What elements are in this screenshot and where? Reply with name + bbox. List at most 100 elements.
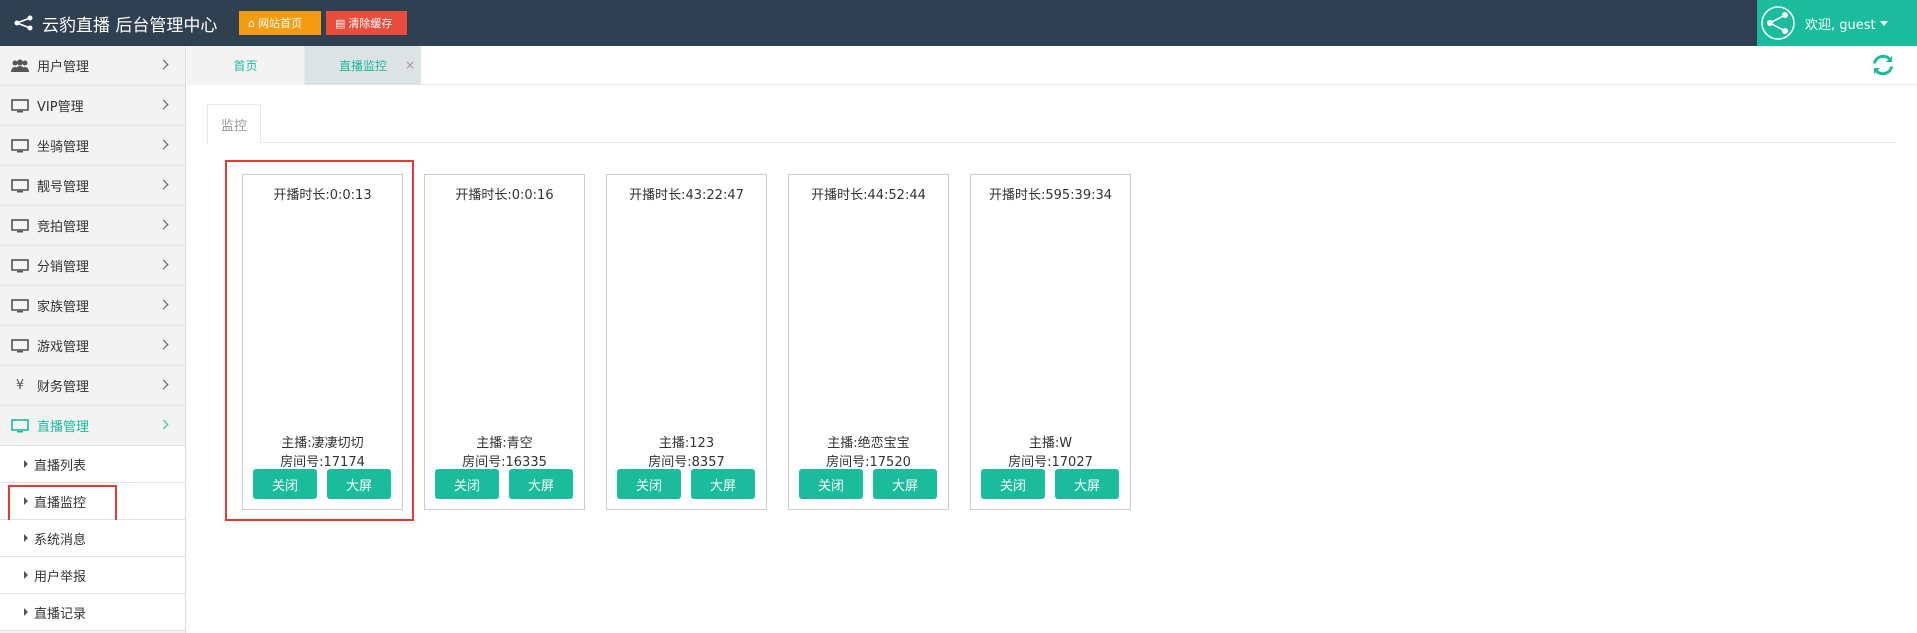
monitor-icon <box>9 258 31 274</box>
stream-duration: 开播时长:595:39:34 <box>988 188 1113 203</box>
welcome-text: 欢迎, guest <box>1805 17 1876 33</box>
tab-monitor[interactable]: 监控 <box>207 104 261 144</box>
top-navbar: 云豹直播 后台管理中心 ⌂ 网站首页 ▤ 清除缓存 欢迎, guest <box>0 0 1917 46</box>
caret-right-icon <box>24 497 28 505</box>
sidebar-item-auction[interactable]: 竞拍管理 <box>0 206 185 246</box>
app-title: 云豹直播 后台管理中心 <box>42 15 218 36</box>
brand[interactable]: 云豹直播 后台管理中心 <box>14 0 217 46</box>
sidebar-item-family[interactable]: 家族管理 <box>0 286 185 326</box>
sidebar-item-label: 坐骑管理 <box>37 140 90 155</box>
chevron-right-icon <box>158 99 169 110</box>
yen-icon: ¥ <box>15 378 25 393</box>
user-menu[interactable]: 欢迎, guest <box>1757 0 1917 46</box>
clear-cache-button[interactable]: ▤ 清除缓存 <box>326 11 407 35</box>
caret-right-icon <box>24 534 28 542</box>
big-screen-button[interactable]: 大屏 <box>691 469 755 499</box>
stream-room-number: 房间号:17027 <box>1008 455 1093 470</box>
monitor-icon <box>9 218 31 234</box>
close-stream-button[interactable]: 关闭 <box>253 469 317 499</box>
sidebar-item-distribution[interactable]: 分销管理 <box>0 246 185 286</box>
sidebar-item-live[interactable]: 直播管理 <box>0 406 185 446</box>
sidebar-subitem-label: 直播记录 <box>34 606 87 622</box>
sidebar-item-users[interactable]: 用户管理 <box>0 46 185 86</box>
sidebar-item-vanity-number[interactable]: 靓号管理 <box>0 166 185 206</box>
stream-card: 开播时长:595:39:34 主播:W 房间号:17027 关闭 大屏 <box>970 174 1131 510</box>
stream-card: 开播时长:43:22:47 主播:123 房间号:8357 关闭 大屏 <box>606 174 767 510</box>
monitor-panel-tabs: 监控 <box>207 104 1897 144</box>
tab-live-monitor[interactable]: 直播监控 × <box>305 46 421 85</box>
refresh-icon[interactable] <box>1871 53 1895 77</box>
chevron-right-icon <box>158 139 169 150</box>
caret-down-icon <box>1879 20 1888 26</box>
stream-room-number: 房间号:17520 <box>826 455 911 470</box>
stream-room-number: 房间号:17174 <box>280 455 365 470</box>
sidebar-item-mount[interactable]: 坐骑管理 <box>0 126 185 166</box>
big-screen-button[interactable]: 大屏 <box>509 469 573 499</box>
chevron-right-icon <box>158 299 169 310</box>
stream-card: 开播时长:44:52:44 主播:绝恋宝宝 房间号:17520 关闭 大屏 <box>788 174 949 510</box>
stream-room-number: 房间号:16335 <box>462 455 547 470</box>
stream-duration: 开播时长:0:0:16 <box>455 188 554 203</box>
close-stream-button[interactable]: 关闭 <box>981 469 1045 499</box>
sidebar-subitem-live-monitor[interactable]: 直播监控 <box>0 483 185 522</box>
chevron-right-icon <box>158 219 169 230</box>
sidebar-item-label: 游戏管理 <box>37 340 90 355</box>
page-tabs: 首页 直播监控 × <box>187 46 1917 85</box>
close-stream-button[interactable]: 关闭 <box>617 469 681 499</box>
sidebar-subitem-live-records[interactable]: 直播记录 <box>0 594 185 631</box>
stream-duration: 开播时长:43:22:47 <box>629 188 744 203</box>
caret-right-icon <box>24 460 28 468</box>
stream-host: 主播:W <box>1028 436 1073 451</box>
close-stream-button[interactable]: 关闭 <box>799 469 863 499</box>
sidebar-item-games[interactable]: 游戏管理 <box>0 326 185 366</box>
stream-host: 主播:123 <box>658 436 715 451</box>
monitor-icon <box>9 178 31 194</box>
big-screen-button[interactable]: 大屏 <box>327 469 391 499</box>
sidebar-item-label: VIP管理 <box>37 100 84 115</box>
users-icon <box>9 58 31 74</box>
home-icon: ⌂ <box>248 16 255 30</box>
website-home-label: 网站首页 <box>257 17 302 30</box>
sidebar-subitem-label: 直播列表 <box>34 458 87 474</box>
stream-host: 主播:青空 <box>476 436 533 451</box>
sidebar-subitem-user-reports[interactable]: 用户举报 <box>0 557 185 594</box>
sidebar-subitem-label: 用户举报 <box>34 569 87 585</box>
tab-monitor-label: 监控 <box>220 118 247 134</box>
sidebar-subitem-system-messages[interactable]: 系统消息 <box>0 520 185 557</box>
clear-cache-label: 清除缓存 <box>348 17 393 30</box>
tab-live-monitor-label: 直播监控 <box>338 59 387 73</box>
monitor-icon <box>9 298 31 314</box>
sidebar-subitem-live-list[interactable]: 直播列表 <box>0 446 185 483</box>
sidebar-subitem-label: 系统消息 <box>34 532 87 548</box>
chevron-right-icon <box>158 59 169 70</box>
sidebar-item-label: 家族管理 <box>37 300 90 315</box>
caret-right-icon <box>24 608 28 616</box>
website-home-button[interactable]: ⌂ 网站首页 <box>239 11 321 35</box>
tab-home-label: 首页 <box>233 59 258 73</box>
sidebar-item-vip[interactable]: VIP管理 <box>0 86 185 126</box>
share-icon <box>14 15 33 31</box>
sidebar-item-label: 分销管理 <box>37 260 90 275</box>
avatar-icon <box>1761 6 1795 40</box>
close-stream-button[interactable]: 关闭 <box>435 469 499 499</box>
chevron-right-icon <box>158 179 169 190</box>
sidebar-subitem-label: 直播监控 <box>34 495 87 511</box>
sidebar: 用户管理 VIP管理 坐骑管理 靓号管理 竞拍管理 分销管理 家族管理 游戏管理… <box>0 46 186 633</box>
chevron-right-icon <box>158 339 169 350</box>
stream-duration: 开播时长:0:0:13 <box>273 188 372 203</box>
sidebar-item-finance[interactable]: ¥ 财务管理 <box>0 366 185 406</box>
big-screen-button[interactable]: 大屏 <box>1055 469 1119 499</box>
sidebar-item-label: 竞拍管理 <box>37 220 90 235</box>
stream-host: 主播:绝恋宝宝 <box>827 436 910 451</box>
big-screen-button[interactable]: 大屏 <box>873 469 937 499</box>
sidebar-item-label: 靓号管理 <box>37 180 90 195</box>
stream-host: 主播:凄凄切切 <box>281 436 364 451</box>
sidebar-item-label: 直播管理 <box>37 420 90 435</box>
close-icon[interactable]: × <box>405 58 415 72</box>
monitor-icon <box>9 98 31 114</box>
chevron-right-icon <box>158 379 169 390</box>
stream-card: 开播时长:0:0:16 主播:青空 房间号:16335 关闭 大屏 <box>424 174 585 510</box>
monitor-icon <box>9 338 31 354</box>
trash-icon: ▤ <box>335 16 346 30</box>
tab-home[interactable]: 首页 <box>187 46 305 85</box>
